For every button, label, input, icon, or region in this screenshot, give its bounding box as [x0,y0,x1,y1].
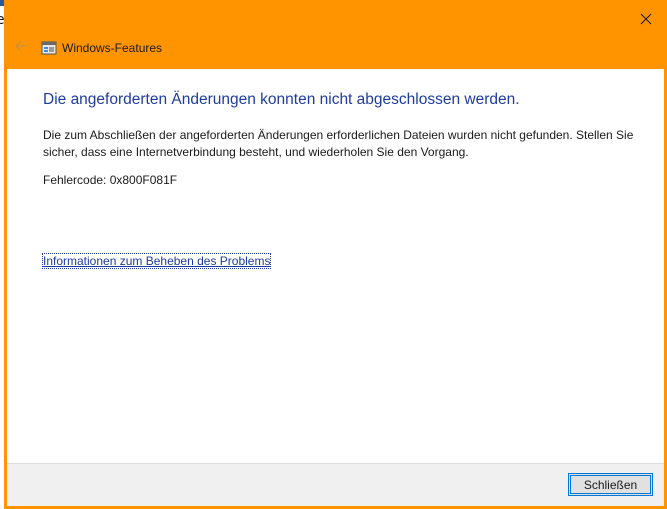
windows-features-dialog: Windows-Features Die angeforderten Änder… [4,0,667,509]
close-icon[interactable] [637,10,655,28]
title-bar: Windows-Features [4,0,667,69]
error-message: Die zum Abschließen der angeforderten Än… [43,128,634,159]
close-button[interactable]: Schließen [568,473,653,496]
window-title: Windows-Features [62,41,163,55]
troubleshoot-link[interactable]: Informationen zum Beheben des Problems [41,253,272,269]
back-arrow-icon[interactable] [13,38,31,56]
error-code: Fehlercode: 0x800F081F [43,173,178,187]
dialog-footer: Schließen [7,463,664,506]
dialog-content: Die angeforderten Änderungen konnten nic… [7,69,664,463]
windows-features-icon [41,40,57,56]
error-heading: Die angeforderten Änderungen konnten nic… [43,91,520,108]
close-button-label: Schließen [583,477,638,492]
